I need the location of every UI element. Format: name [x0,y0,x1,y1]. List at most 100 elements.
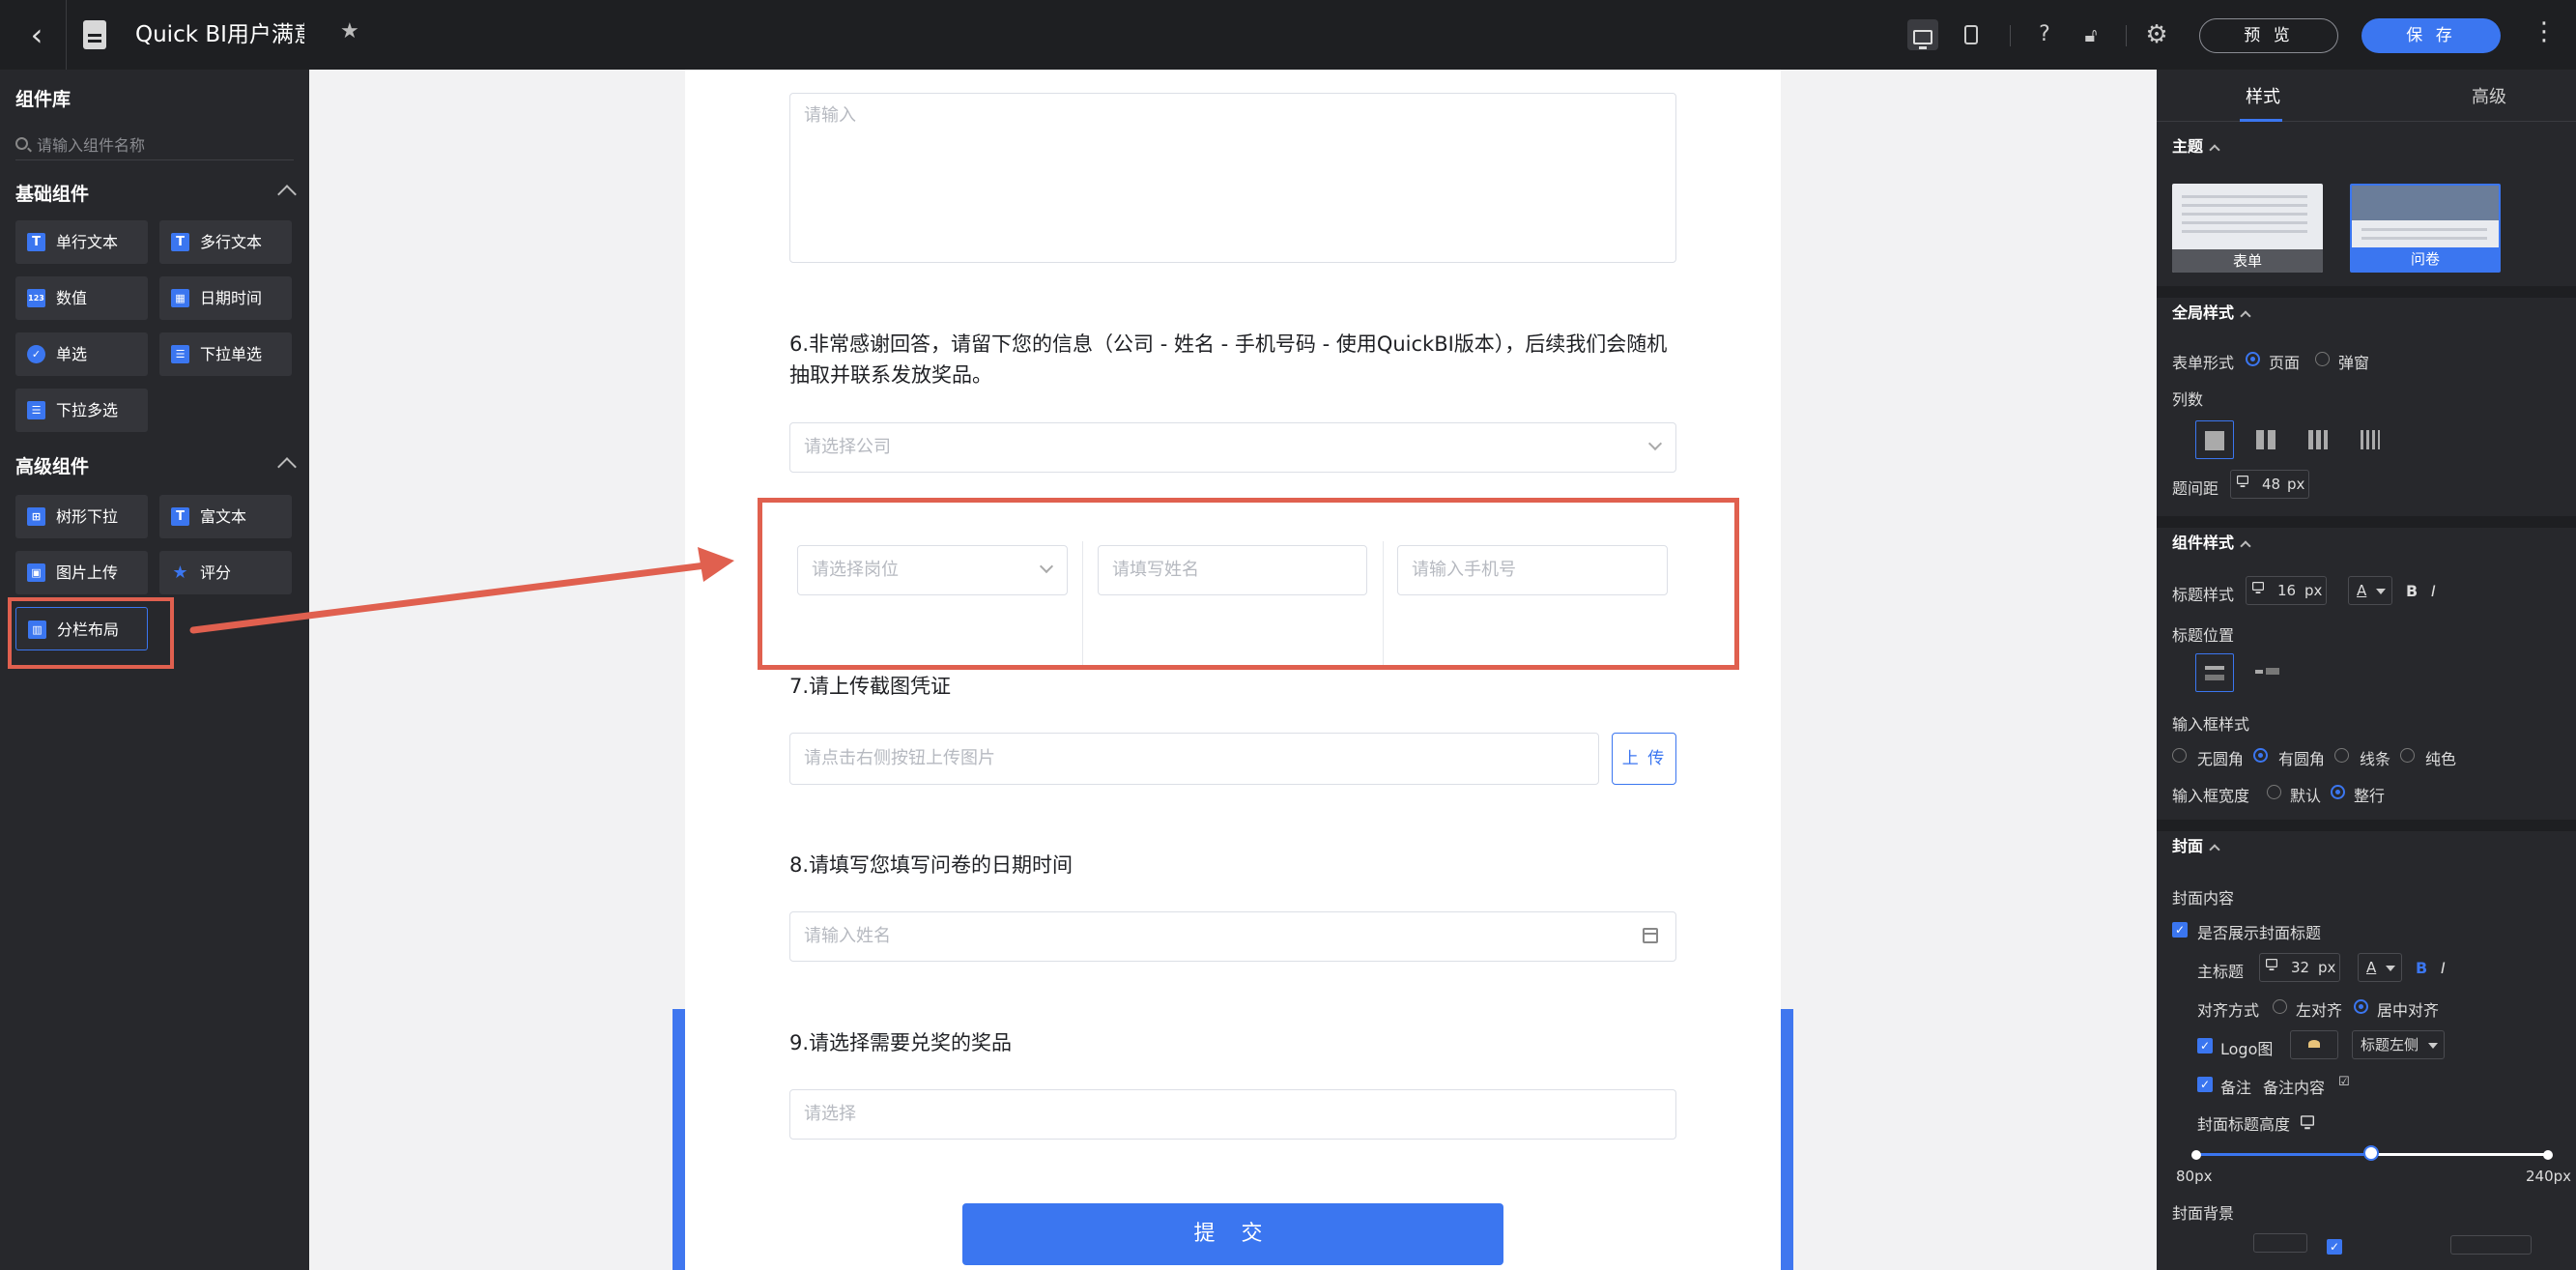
theme-survey-card[interactable]: 问卷 [2350,184,2501,273]
upload-path-input[interactable]: 请点击右侧按钮上传图片 [789,733,1599,785]
input-style-solid-radio[interactable] [2400,748,2415,763]
component-label: 树形下拉 [56,507,119,526]
desktop-view-icon[interactable] [1907,19,1938,50]
four-column-option[interactable] [2352,420,2390,459]
save-button[interactable]: 保 存 [2361,18,2501,53]
component-search-input[interactable] [37,133,288,157]
align-center-radio[interactable] [2354,999,2368,1014]
title-color-dropdown[interactable]: A [2348,576,2392,605]
bold-toggle[interactable]: B [2406,582,2418,600]
input-style-solid-label: 纯色 [2425,750,2457,768]
component-image-upload[interactable]: ▣ 图片上传 [15,551,148,594]
logo-position-value: 标题左侧 [2361,1036,2419,1054]
date-time-input[interactable]: 请输入姓名 [789,911,1676,962]
align-center-label: 居中对齐 [2377,1001,2440,1020]
highlight-box [8,597,174,669]
slider-max-marker [2543,1150,2553,1160]
note-checkbox[interactable]: ✓ [2197,1077,2213,1092]
italic-toggle[interactable]: I [2431,582,2436,600]
form-type-popup-radio[interactable] [2315,352,2330,366]
company-select[interactable]: 请选择公司 [789,422,1676,473]
input-style-no-radius-radio[interactable] [2172,748,2187,763]
caret-down-icon [2428,1043,2438,1049]
global-style-heading[interactable]: 全局样式 [2172,300,2251,323]
title-position-left-option[interactable] [2247,653,2286,692]
section-divider [2157,286,2576,298]
three-column-option[interactable] [2300,420,2338,459]
spacing-input[interactable]: 48 px [2230,470,2309,499]
mobile-view-icon[interactable] [1956,19,1987,50]
help-icon[interactable]: ? [2029,19,2060,50]
theme-form-card[interactable]: 表单 [2172,184,2323,273]
input-width-label: 输入框宽度 [2172,787,2250,805]
title-font-size-input[interactable]: 16 px [2246,576,2327,605]
logo-checkbox[interactable]: ✓ [2197,1038,2213,1054]
three-column-icon [2308,430,2328,449]
title-position-top-option[interactable] [2195,653,2234,692]
one-column-option[interactable] [2195,420,2234,459]
cover-background-color-input[interactable] [2253,1233,2307,1253]
component-rich-text[interactable]: T 富文本 [159,495,292,538]
unit-label: px [2287,476,2305,493]
upload-button[interactable]: 上 传 [1612,733,1676,785]
prize-select[interactable]: 请选择 [789,1089,1676,1140]
star-icon[interactable]: ★ [340,19,359,43]
form-type-page-radio[interactable] [2246,352,2260,366]
back-arrow-icon[interactable]: ‹ [19,17,54,52]
show-cover-title-checkbox[interactable]: ✓ [2172,922,2188,938]
logo-position-dropdown[interactable]: 标题左侧 [2352,1030,2445,1059]
component-number[interactable]: 123 数值 [15,276,148,320]
document-icon [83,20,106,49]
chevron-down-icon [1647,436,1663,451]
component-rating[interactable]: ★ 评分 [159,551,292,594]
collapse-chevron-icon[interactable] [277,457,297,476]
theme-section-heading[interactable]: 主题 [2172,133,2220,157]
input-style-rounded-radio[interactable] [2253,748,2268,763]
collapse-chevron-icon[interactable] [277,185,297,204]
one-column-icon [2205,431,2224,450]
input-width-default-label: 默认 [2290,787,2322,805]
cover-background-checkbox[interactable]: ✓ [2327,1239,2342,1255]
component-dropdown-single[interactable]: ☰ 下拉单选 [159,332,292,376]
date-time-placeholder: 请输入姓名 [804,926,891,946]
preview-button[interactable]: 预 览 [2199,18,2338,53]
title-left-icon-field [2266,668,2279,675]
four-column-icon [2361,430,2380,449]
form-title[interactable]: Quick BI用户满意度调查 [135,19,304,50]
input-width-default-radio[interactable] [2267,785,2281,799]
cover-content-label: 封面内容 [2172,889,2235,908]
edit-icon[interactable]: ☑ [2338,1075,2350,1089]
component-style-heading[interactable]: 组件样式 [2172,530,2251,553]
more-options-icon[interactable]: ⋮ [2532,17,2557,46]
component-tree-dropdown[interactable]: ⊞ 树形下拉 [15,495,148,538]
input-style-line-radio[interactable] [2334,748,2349,763]
previous-answer-textarea[interactable] [789,93,1676,263]
italic-toggle[interactable]: I [2441,959,2446,977]
cover-section-heading[interactable]: 封面 [2172,833,2220,856]
main-title-color-dropdown[interactable]: A [2358,953,2402,982]
component-library-panel: 组件库 基础组件 T 单行文本 T 多行文本 123 数值 ▦ 日期时间 ✓ 单… [0,70,309,1270]
cover-background-dropdown[interactable] [2450,1235,2532,1255]
title-left-icon [2255,670,2263,674]
tab-advanced[interactable]: 高级 [2472,83,2506,108]
settings-gear-icon[interactable]: ⚙ [2141,19,2172,50]
component-single-line-text[interactable]: T 单行文本 [15,220,148,264]
main-title-size-input[interactable]: 32 px [2259,953,2340,982]
component-multi-line-text[interactable]: T 多行文本 [159,220,292,264]
two-column-option[interactable] [2247,420,2286,459]
component-dropdown-multi[interactable]: ☰ 下拉多选 [15,389,148,432]
form-type-page-label: 页面 [2269,354,2301,372]
align-left-radio[interactable] [2273,999,2287,1014]
input-width-full-radio[interactable] [2331,785,2345,799]
logo-upload-thumbnail[interactable] [2290,1030,2338,1059]
cover-height-slider-handle[interactable] [2363,1145,2379,1161]
bold-toggle[interactable]: B [2416,959,2427,977]
lock-icon[interactable]: 🔓︎ [2075,19,2106,50]
submit-button[interactable]: 提 交 [962,1203,1503,1265]
tab-style[interactable]: 样式 [2246,83,2280,108]
unit-label: px [2304,582,2323,599]
star-icon: ★ [172,563,188,583]
question-9-title: 9.请选择需要兑奖的奖品 [789,1031,1013,1054]
component-single-choice[interactable]: ✓ 单选 [15,332,148,376]
component-date-time[interactable]: ▦ 日期时间 [159,276,292,320]
